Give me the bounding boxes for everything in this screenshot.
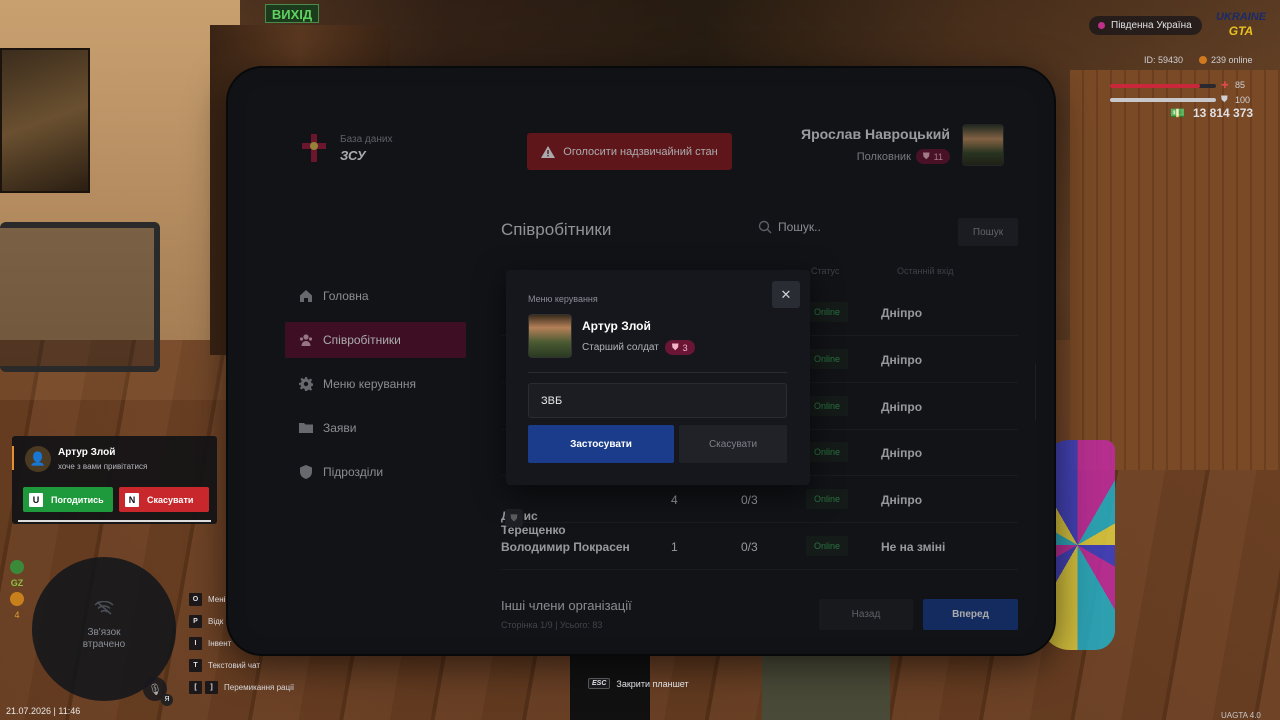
accept-button[interactable]: U Погодитись: [23, 487, 113, 512]
health-icon: ✚: [1221, 80, 1229, 90]
mic-key: Я: [161, 694, 173, 706]
notification-accent: [12, 446, 14, 470]
hotkey-label: Відк: [208, 616, 224, 626]
exit-sign: ВИХІД: [265, 4, 319, 23]
hotkey-key: ]: [205, 680, 218, 694]
status-indicators: GZ 4: [8, 560, 26, 620]
hotkey-label: Перемикання рації: [224, 682, 295, 692]
minimap-status-line1: Зв'язок: [87, 627, 121, 638]
hotkey-label: Мені: [208, 594, 226, 604]
status-label: GZ: [10, 578, 24, 588]
close-icon: ✕: [780, 286, 792, 302]
hotkey-key: T: [189, 658, 202, 672]
minimap-status-line2: втрачено: [82, 639, 126, 650]
no-signal-icon: [94, 601, 114, 615]
health-value: 85: [1235, 80, 1246, 90]
modal-title: Меню керування: [528, 294, 598, 304]
notification-timer: [18, 520, 211, 522]
avatar: [528, 314, 572, 358]
online-icon: [1199, 56, 1207, 64]
armor-fill: [1110, 98, 1216, 102]
control-menu-modal: Меню керування ✕ Артур Злой Старший солд…: [506, 270, 810, 485]
decline-key: N: [125, 492, 139, 507]
hotkey-item: O Мені: [189, 590, 294, 608]
hotkey-item: [] Перемикання рації: [189, 678, 294, 696]
cancel-button[interactable]: Скасувати: [679, 425, 787, 463]
accept-key: U: [29, 492, 43, 507]
hotkey-key: [: [189, 680, 202, 694]
logo-bottom: GTA: [1228, 24, 1254, 38]
status-count: 4: [14, 610, 20, 620]
esc-label: Закрити планшет: [616, 678, 689, 689]
hotkey-key: P: [189, 614, 202, 628]
region-icon: [1098, 22, 1105, 29]
close-button[interactable]: ✕: [772, 281, 800, 308]
tablet-screen: База даних ЗСУ Оголосити надзвичайний ст…: [246, 86, 1036, 636]
armor-value: 100: [1235, 95, 1251, 105]
status-orange-icon: [10, 592, 24, 606]
region-badge: Південна Україна: [1089, 16, 1202, 35]
hotkey-label: Інвент: [208, 638, 232, 648]
minimap-status: Зв'язок втрачено: [32, 627, 176, 651]
close-tablet-hint: ESC Закрити планшет: [588, 678, 689, 689]
modal-employee-rank: Старший солдат: [582, 342, 659, 353]
version: UAGTA 4.0: [1221, 711, 1261, 720]
esc-key: ESC: [588, 678, 611, 689]
health-bar: [1110, 84, 1216, 88]
hotkey-key: I: [189, 636, 202, 650]
decline-button[interactable]: N Скасувати: [119, 487, 209, 512]
rank-level: 3: [682, 342, 688, 353]
scene-door-right: [1070, 70, 1280, 470]
user-add-icon: 👤: [25, 446, 51, 472]
notification-name: Артур Злой: [58, 447, 116, 458]
status-green-icon: [10, 560, 24, 574]
armor-icon: ⛊: [1221, 94, 1228, 104]
hotkey-item: I Інвент: [189, 634, 294, 652]
rank-shield-icon: ⛊: [671, 342, 679, 352]
divider: [528, 372, 787, 373]
apply-button[interactable]: Застосувати: [528, 425, 674, 463]
greeting-notification: 👤 Артур Злой хоче з вами привітатися U П…: [12, 436, 217, 524]
money-value: 13 814 373: [1193, 106, 1254, 120]
datetime: 21.07.2026 | 11:46: [6, 706, 81, 716]
notification-text: хоче з вами привітатися: [58, 462, 148, 471]
armor-bar: [1110, 98, 1216, 102]
logo-top: UKRAINE: [1215, 11, 1267, 23]
modal-employee-name: Артур Злой: [582, 319, 651, 333]
online-label: 239 online: [1211, 55, 1253, 65]
server-logo: UKRAINE GTA: [1212, 10, 1270, 42]
hotkey-item: P Відк: [189, 612, 294, 630]
player-id: ID: 59430: [1144, 55, 1184, 65]
reason-input[interactable]: [528, 383, 787, 418]
hotkey-key: O: [189, 592, 202, 606]
accept-label: Погодитись: [51, 494, 104, 505]
health-fill: [1110, 84, 1201, 88]
hotkey-list: O Мені P Відк I Інвент T Текстовий чат [] Пер…: [189, 590, 294, 700]
money-icon: 💵: [1170, 106, 1185, 120]
online-count: 239 online: [1199, 55, 1253, 65]
rank-badge: ⛊ 3: [664, 340, 695, 355]
hotkey-item: T Текстовий чат: [189, 656, 294, 674]
scene-chair: [0, 222, 160, 372]
decline-label: Скасувати: [147, 494, 194, 505]
scene-poster: [0, 48, 90, 193]
hotkey-label: Текстовий чат: [208, 660, 261, 670]
tablet: База даних ЗСУ Оголосити надзвичайний ст…: [228, 68, 1054, 654]
region-label: Південна Україна: [1111, 20, 1192, 31]
